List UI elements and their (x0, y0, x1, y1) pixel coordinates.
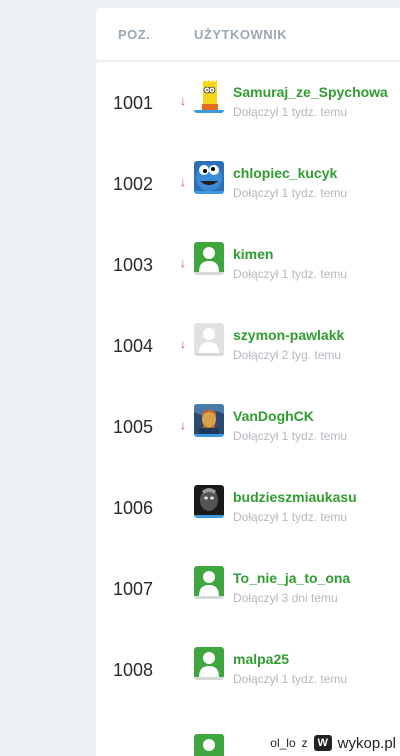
cookie-monster-avatar-icon[interactable] (194, 161, 224, 194)
joined-date: Dołączył 1 tydz. temu (233, 510, 348, 524)
rank-number: 1001 (113, 93, 154, 113)
joined-date: Dołączył 1 tydz. temu (233, 186, 348, 200)
van-gogh-avatar-icon[interactable] (194, 404, 224, 437)
username-link[interactable]: chlopiec_kucyk (233, 165, 337, 181)
username-link[interactable]: Samuraj_ze_Spychowa (233, 84, 388, 100)
rank-down-arrow-icon: ↓ (180, 337, 186, 351)
rank-number: 1005 (113, 417, 154, 437)
username-link[interactable]: kimen (233, 246, 273, 262)
watermark: ol_lo z W wykop.pl (270, 732, 396, 754)
rank-down-arrow-icon: ↓ (180, 418, 186, 432)
watermark-brand: wykop.pl (337, 734, 396, 752)
default-green-avatar-icon[interactable] (194, 647, 224, 680)
rank-number: 1006 (113, 498, 154, 518)
ranking-row: 1004 ↓ szymon-pawlakk Dołączył 2 tyg. te… (96, 305, 400, 386)
ranking-row: 1002 ↓ chlopiec_kucyk Dołączył 1 tydz. t… (96, 143, 400, 224)
ranking-row: 1007 To_nie_ja_to_ona Dołączył 3 dni tem… (96, 548, 400, 629)
username-link[interactable]: malpa25 (233, 651, 289, 667)
joined-date: Dołączył 1 tydz. temu (233, 267, 348, 281)
rank-number: 1008 (113, 660, 154, 680)
rank-down-arrow-icon: ↓ (180, 175, 186, 189)
watermark-separator: z (301, 736, 308, 750)
rank-number: 1003 (113, 255, 154, 275)
joined-date: Dołączył 2 tyg. temu (233, 348, 342, 362)
rank-number: 1007 (113, 579, 154, 599)
ranking-row: 1003 ↓ kimen Dołączył 1 tydz. temu (96, 224, 400, 305)
username-link[interactable]: To_nie_ja_to_ona (233, 570, 350, 586)
bart-avatar-icon[interactable] (194, 80, 224, 113)
column-header-user: UŻYTKOWNIK (194, 27, 288, 42)
username-link[interactable]: VanDoghCK (233, 408, 314, 424)
wykop-logo-icon: W (313, 735, 332, 751)
column-header-position: POZ. (118, 27, 151, 42)
rank-down-arrow-icon: ↓ (180, 94, 186, 108)
default-green-avatar-icon[interactable] (194, 734, 224, 756)
ranking-header: POZ. UŻYTKOWNIK (96, 8, 400, 60)
ranking-list: 1001 ↓ Samuraj_ze_Spychowa Dołączył 1 ty… (96, 62, 400, 756)
username-link[interactable]: szymon-pawlakk (233, 327, 344, 343)
default-green-avatar-icon[interactable] (194, 566, 224, 599)
rank-down-arrow-icon: ↓ (180, 256, 186, 270)
ranking-row: 1001 ↓ Samuraj_ze_Spychowa Dołączył 1 ty… (96, 62, 400, 143)
default-green-avatar-icon[interactable] (194, 242, 224, 275)
joined-date: Dołączył 1 tydz. temu (233, 105, 348, 119)
ranking-row: 1008 malpa25 Dołączył 1 tydz. temu (96, 629, 400, 710)
dark-photo-avatar-icon[interactable] (194, 485, 224, 518)
joined-date: Dołączył 1 tydz. temu (233, 429, 348, 443)
joined-date: Dołączył 1 tydz. temu (233, 672, 348, 686)
ranking-row: 1005 ↓ VanDoghCK Dołączył 1 tydz. temu (96, 386, 400, 467)
username-link[interactable]: budzieszmiaukasu (233, 489, 357, 505)
watermark-author: ol_lo (270, 736, 296, 750)
rank-number: 1002 (113, 174, 154, 194)
ranking-row: 1006 budzieszmiaukasu Dołączył 1 tydz. t… (96, 467, 400, 548)
default-grey-avatar-icon[interactable] (194, 323, 224, 356)
rank-number: 1004 (113, 336, 154, 356)
joined-date: Dołączył 3 dni temu (233, 591, 338, 605)
